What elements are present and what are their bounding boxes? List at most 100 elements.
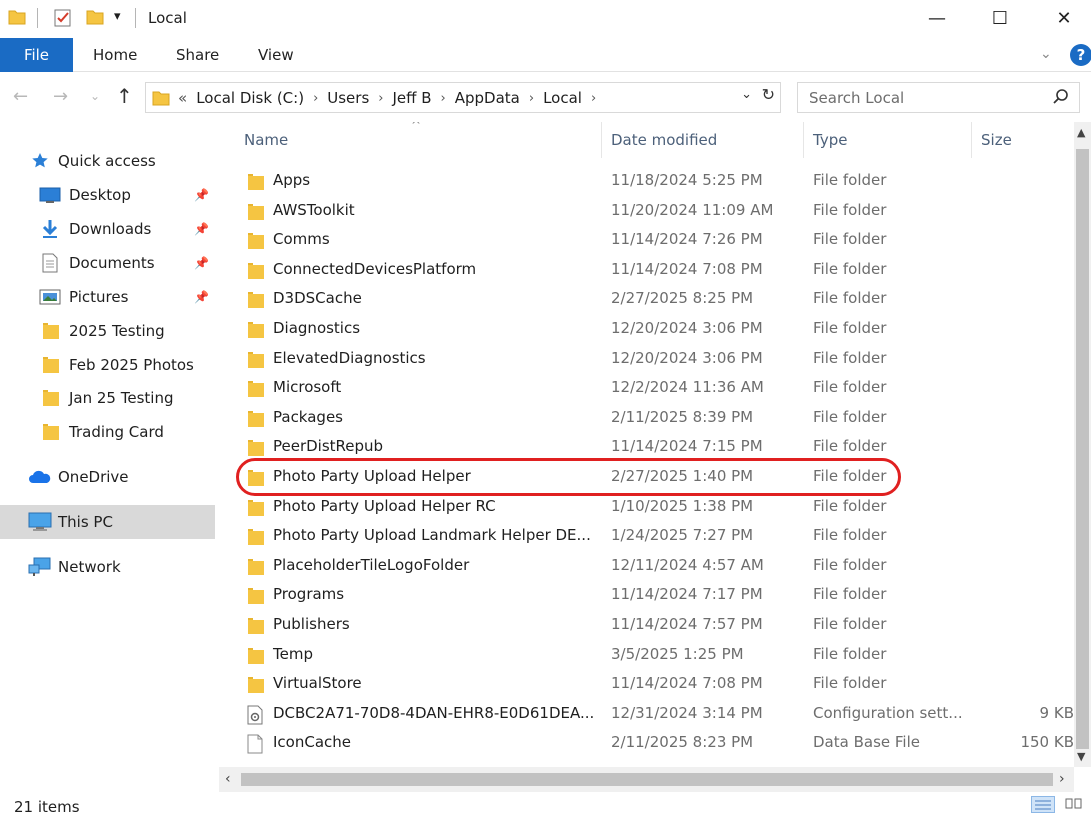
- sidebar-item-network[interactable]: Network: [0, 550, 215, 584]
- file-type: File folder: [813, 644, 887, 663]
- column-divider[interactable]: [601, 122, 602, 158]
- file-row[interactable]: IconCache 2/11/2025 8:23 PM Data Base File…: [219, 729, 1074, 759]
- scroll-down-icon[interactable]: ▼: [1077, 750, 1085, 763]
- breadcrumb-local-disk[interactable]: Local Disk (C:): [196, 89, 304, 107]
- column-divider[interactable]: [971, 122, 972, 158]
- sidebar-item-documents[interactable]: Documents 📌: [0, 246, 215, 280]
- pin-icon[interactable]: 📌: [194, 188, 209, 202]
- breadcrumb-users[interactable]: Users: [327, 89, 369, 107]
- pin-icon[interactable]: 📌: [194, 222, 209, 236]
- file-row[interactable]: Photo Party Upload Helper 2/27/2025 1:40 …: [219, 463, 1074, 493]
- chevron-right-icon[interactable]: ›: [591, 91, 596, 106]
- sidebar-item-jan-25-testing[interactable]: Jan 25 Testing: [0, 381, 215, 415]
- refresh-icon[interactable]: ↻: [762, 85, 775, 104]
- file-type: File folder: [813, 585, 887, 604]
- maximize-button[interactable]: ☐: [966, 0, 1034, 36]
- new-folder-icon[interactable]: [86, 8, 104, 30]
- expand-ribbon-icon[interactable]: ⌄: [1040, 46, 1052, 62]
- file-name: Packages: [273, 407, 343, 426]
- sidebar-item-quick-access[interactable]: Quick access: [0, 144, 215, 178]
- file-date-modified: 11/14/2024 7:15 PM: [611, 437, 763, 456]
- tab-file[interactable]: File: [0, 38, 73, 72]
- file-row[interactable]: Packages 2/11/2025 8:39 PM File folder: [219, 404, 1074, 434]
- breadcrumb-overflow[interactable]: «: [178, 89, 187, 107]
- chevron-right-icon[interactable]: ›: [378, 91, 383, 106]
- sidebar-item-label: Trading Card: [69, 423, 164, 441]
- sidebar-item-onedrive[interactable]: OneDrive: [0, 460, 215, 494]
- minimize-button[interactable]: —: [903, 0, 971, 36]
- customize-toolbar-icon[interactable]: ▾: [114, 9, 121, 24]
- scroll-left-icon[interactable]: ‹: [225, 771, 231, 787]
- file-name: AWSToolkit: [273, 200, 355, 219]
- folder-icon[interactable]: [8, 8, 26, 30]
- file-row[interactable]: Photo Party Upload Landmark Helper DE...…: [219, 522, 1074, 552]
- column-divider[interactable]: [803, 122, 804, 158]
- breadcrumb-appdata[interactable]: AppData: [455, 89, 520, 107]
- large-icons-view-icon[interactable]: [1063, 796, 1087, 813]
- file-row[interactable]: Microsoft 12/2/2024 11:36 AM File folder: [219, 374, 1074, 404]
- recent-locations-icon[interactable]: ⌄: [90, 89, 100, 103]
- file-row[interactable]: Apps 11/18/2024 5:25 PM File folder: [219, 167, 1074, 197]
- search-icon[interactable]: [1052, 88, 1070, 110]
- horizontal-scrollbar[interactable]: ‹ ›: [219, 767, 1074, 792]
- file-list[interactable]: ^ Name Date modified Type Size Apps 11/18…: [219, 122, 1091, 767]
- file-row[interactable]: AWSToolkit 11/20/2024 11:09 AM File folder: [219, 197, 1074, 227]
- file-row[interactable]: Diagnostics 12/20/2024 3:06 PM File folder: [219, 315, 1074, 345]
- breadcrumb-local[interactable]: Local: [543, 89, 582, 107]
- file-row[interactable]: DCBC2A71-70D8-4DAN-EHR8-E0D61DEA... 12/31…: [219, 700, 1074, 730]
- file-row[interactable]: Publishers 11/14/2024 7:57 PM File folder: [219, 611, 1074, 641]
- breadcrumb-jeff-b[interactable]: Jeff B: [392, 89, 431, 107]
- help-icon[interactable]: ?: [1070, 44, 1091, 66]
- file-row[interactable]: VirtualStore 11/14/2024 7:08 PM File folde…: [219, 670, 1074, 700]
- file-row[interactable]: D3DSCache 2/27/2025 8:25 PM File folder: [219, 285, 1074, 315]
- sidebar-item-label: This PC: [58, 513, 113, 531]
- details-view-icon[interactable]: [1031, 796, 1055, 813]
- scroll-right-icon[interactable]: ›: [1059, 771, 1065, 787]
- search-box[interactable]: Search Local: [797, 82, 1080, 113]
- file-row[interactable]: Programs 11/14/2024 7:17 PM File folder: [219, 581, 1074, 611]
- column-header-size[interactable]: Size: [981, 131, 1012, 149]
- address-bar[interactable]: « Local Disk (C:) › Users › Jeff B › App…: [145, 82, 781, 113]
- file-row[interactable]: ElevatedDiagnostics 12/20/2024 3:06 PM Fil…: [219, 345, 1074, 375]
- properties-icon[interactable]: [53, 8, 73, 32]
- sidebar-item-2025-testing[interactable]: 2025 Testing: [0, 314, 215, 348]
- close-button[interactable]: ✕: [1030, 0, 1091, 36]
- sidebar-item-feb-2025-photos[interactable]: Feb 2025 Photos: [0, 348, 215, 382]
- file-row[interactable]: ConnectedDevicesPlatform 11/14/2024 7:08 …: [219, 256, 1074, 286]
- sidebar-item-pictures[interactable]: Pictures 📌: [0, 280, 215, 314]
- scroll-thumb[interactable]: [241, 773, 1053, 786]
- folder-icon: [246, 231, 266, 255]
- pin-icon[interactable]: 📌: [194, 290, 209, 304]
- forward-button[interactable]: →: [53, 86, 68, 107]
- scroll-up-icon[interactable]: ▲: [1077, 126, 1085, 139]
- sidebar-item-trading-card[interactable]: Trading Card: [0, 415, 215, 449]
- file-row[interactable]: PlaceholderTileLogoFolder 12/11/2024 4:57…: [219, 552, 1074, 582]
- sidebar-item-this-pc[interactable]: This PC: [0, 505, 215, 539]
- folder-icon: [246, 379, 266, 403]
- address-dropdown-icon[interactable]: ⌄: [741, 87, 752, 102]
- up-button[interactable]: ↑: [116, 84, 133, 108]
- folder-icon: [246, 616, 266, 640]
- back-button[interactable]: ←: [13, 86, 28, 107]
- search-input[interactable]: Search Local: [809, 89, 904, 107]
- file-size: 9 KB: [1039, 703, 1074, 722]
- sidebar-item-desktop[interactable]: Desktop 📌: [0, 178, 215, 212]
- tab-view[interactable]: View: [258, 38, 294, 72]
- column-header-type[interactable]: Type: [813, 131, 847, 149]
- scroll-thumb[interactable]: [1076, 149, 1089, 749]
- file-row[interactable]: Temp 3/5/2025 1:25 PM File folder: [219, 641, 1074, 671]
- file-row[interactable]: Photo Party Upload Helper RC 1/10/2025 1:…: [219, 493, 1074, 523]
- sidebar-item-downloads[interactable]: Downloads 📌: [0, 212, 215, 246]
- chevron-right-icon[interactable]: ›: [529, 91, 534, 106]
- ribbon: File Home Share View ⌄ ?: [0, 38, 1091, 72]
- column-header-date[interactable]: Date modified: [611, 131, 717, 149]
- pin-icon[interactable]: 📌: [194, 256, 209, 270]
- chevron-right-icon[interactable]: ›: [441, 91, 446, 106]
- column-header-name[interactable]: Name: [244, 131, 288, 149]
- file-row[interactable]: Comms 11/14/2024 7:26 PM File folder: [219, 226, 1074, 256]
- tab-share[interactable]: Share: [176, 38, 219, 72]
- chevron-right-icon[interactable]: ›: [313, 91, 318, 106]
- tab-home[interactable]: Home: [93, 38, 137, 72]
- vertical-scrollbar[interactable]: ▲ ▼: [1074, 122, 1091, 767]
- file-row[interactable]: PeerDistRepub 11/14/2024 7:15 PM File fold…: [219, 433, 1074, 463]
